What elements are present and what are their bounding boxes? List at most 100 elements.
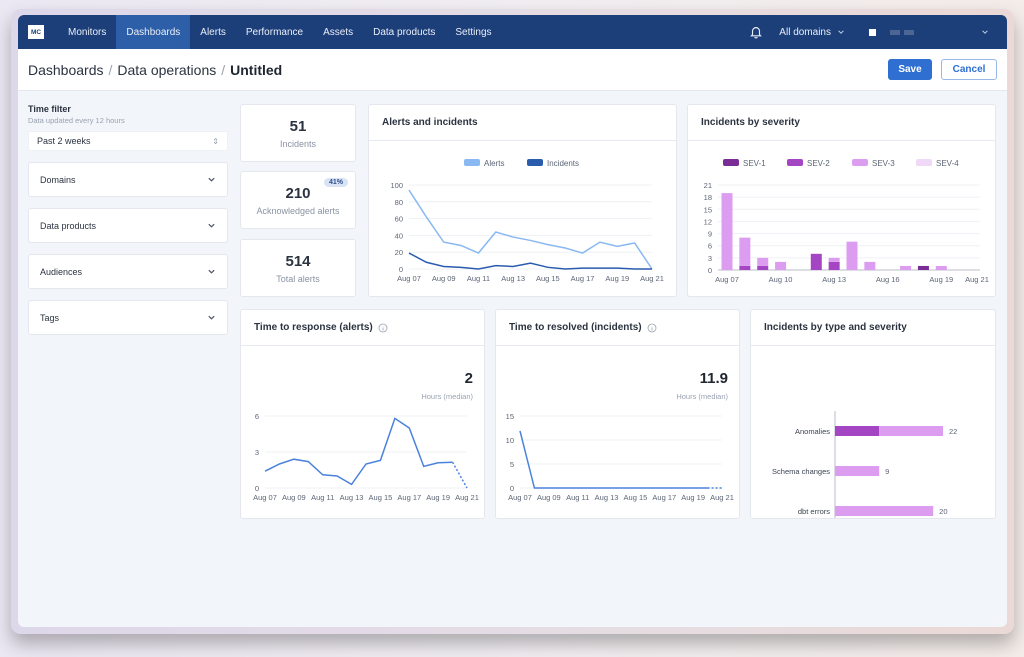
nav-right: All domains xyxy=(749,15,1007,49)
y-tick-label: 21 xyxy=(704,181,712,190)
x-tick-label: Aug 21 xyxy=(640,274,664,283)
cancel-button[interactable]: Cancel xyxy=(941,59,997,80)
logo[interactable]: MC xyxy=(28,25,44,39)
bar-segment xyxy=(935,265,947,270)
time-filter-subtitle: Data updated every 12 hours xyxy=(28,116,125,125)
y-tick-label: 10 xyxy=(506,436,514,445)
stat-value: 514 xyxy=(285,252,311,270)
breadcrumb: Dashboards / Data operations / Untitled xyxy=(28,62,282,78)
chevron-down-icon xyxy=(208,223,215,228)
category-label: Schema changes xyxy=(772,467,830,476)
time-to-response-chart: 0 3 6 Aug 07 Aug 09 Aug 11 Aug 13 Aug 15 Aug 17 A… xyxy=(253,412,479,502)
bell-icon[interactable] xyxy=(749,25,763,39)
bar-value-label: 22 xyxy=(949,427,957,436)
bar-segment xyxy=(721,193,733,270)
nav-alerts[interactable]: Alerts xyxy=(190,15,236,49)
info-icon[interactable] xyxy=(378,323,388,333)
x-tick-label: Aug 17 xyxy=(397,493,421,502)
chevron-down-icon xyxy=(208,269,215,274)
info-icon[interactable] xyxy=(647,323,657,333)
breadcrumb-data-operations[interactable]: Data operations xyxy=(117,62,216,78)
y-tick-label: 3 xyxy=(708,254,712,263)
filter-tags[interactable]: Tags xyxy=(28,300,228,335)
filter-data-products[interactable]: Data products xyxy=(28,208,228,243)
bar-segment xyxy=(775,261,787,270)
bar-segment xyxy=(835,506,934,516)
bar-segment xyxy=(828,261,840,270)
stat-card-incidents[interactable]: 51 Incidents xyxy=(240,104,356,162)
y-tick-label: 100 xyxy=(390,181,403,190)
nav-monitors[interactable]: Monitors xyxy=(58,15,116,49)
nav-dashboards[interactable]: Dashboards xyxy=(116,15,191,49)
filter-domains[interactable]: Domains xyxy=(28,162,228,197)
updown-icon: ⇕ xyxy=(212,136,219,146)
x-tick-label: Aug 07 xyxy=(397,274,421,283)
y-tick-label: 9 xyxy=(708,230,712,239)
domain-selector-label: All domains xyxy=(779,26,831,38)
user-menu[interactable] xyxy=(869,28,989,36)
nav-performance[interactable]: Performance xyxy=(236,15,313,49)
legend-swatch xyxy=(852,159,868,166)
legend-label: Alerts xyxy=(484,159,504,168)
alerts-incidents-chart: Alerts Incidents 0 20 40 60 80 100 Aug 07 Aug 09 A… xyxy=(390,159,664,283)
nav-data-products[interactable]: Data products xyxy=(363,15,445,49)
card-title: Incidents by type and severity xyxy=(751,310,995,346)
breadcrumb-separator: / xyxy=(221,61,226,78)
x-tick-label: Aug 19 xyxy=(681,493,705,502)
legend-swatch xyxy=(527,159,543,166)
incidents-by-type-chart: Anomalies 22 Schema changes 9 dbt errors 20 xyxy=(772,411,957,531)
x-tick-label: Aug 13 xyxy=(595,493,619,502)
x-tick-label: Aug 11 xyxy=(566,493,589,502)
stat-label: Total alerts xyxy=(276,273,320,284)
stat-value: 51 xyxy=(289,117,307,135)
page-title[interactable]: Untitled xyxy=(230,62,282,78)
y-tick-label: 60 xyxy=(395,215,403,224)
x-tick-label: Aug 21 xyxy=(710,493,734,502)
x-tick-label: Aug 21 xyxy=(455,493,479,502)
user-name-redacted xyxy=(890,29,914,35)
filter-audiences[interactable]: Audiences xyxy=(28,254,228,289)
card-title: Incidents by severity xyxy=(688,105,995,141)
stat-value: 210 xyxy=(285,184,311,202)
y-tick-label: 3 xyxy=(255,448,259,457)
x-tick-label: Aug 21 xyxy=(965,275,989,284)
x-tick-label: Aug 17 xyxy=(571,274,595,283)
x-tick-label: Aug 07 xyxy=(715,275,739,284)
app-window: MC Monitors Dashboards Alerts Performanc… xyxy=(18,15,1007,627)
chevron-down-icon xyxy=(208,177,215,182)
save-button[interactable]: Save xyxy=(888,59,932,80)
x-tick-label: Aug 13 xyxy=(822,275,846,284)
bar-segment xyxy=(828,257,840,262)
x-tick-label: Aug 09 xyxy=(282,493,306,502)
x-tick-label: Aug 15 xyxy=(536,274,560,283)
stat-label: Incidents xyxy=(279,138,317,149)
incidents-severity-chart: SEV-1 SEV-2 SEV-3 SEV-4 0 3 6 9 12 15 18 21 Aug 07 Au… xyxy=(704,159,989,284)
legend-swatch xyxy=(464,159,480,166)
nav-assets[interactable]: Assets xyxy=(313,15,363,49)
card-title-text: Time to response (alerts) xyxy=(254,322,373,333)
breadcrumb-separator: / xyxy=(108,61,113,78)
bar-segment xyxy=(879,426,943,436)
x-tick-label: Aug 19 xyxy=(605,274,629,283)
bar-segment xyxy=(739,265,751,270)
filter-sidebar: Time filter Data updated every 12 hours … xyxy=(28,104,228,335)
domain-selector[interactable]: All domains xyxy=(779,27,845,38)
card-title: Time to resolved (incidents) xyxy=(496,310,739,346)
breadcrumb-dashboards[interactable]: Dashboards xyxy=(28,62,104,78)
series-line xyxy=(519,430,708,489)
y-tick-label: 15 xyxy=(506,412,514,421)
stat-card-acknowledged[interactable]: 41% 210 Acknowledged alerts xyxy=(240,171,356,229)
time-filter-select[interactable]: Past 2 weeks ⇕ xyxy=(28,131,228,151)
x-tick-label: Aug 09 xyxy=(432,274,456,283)
nav-settings[interactable]: Settings xyxy=(445,15,501,49)
stat-card-total-alerts[interactable]: 514 Total alerts xyxy=(240,239,356,297)
x-tick-label: Aug 11 xyxy=(311,493,334,502)
chevron-down-icon xyxy=(838,30,844,34)
y-tick-label: 0 xyxy=(708,266,712,275)
bar-segment xyxy=(835,466,880,476)
filter-label: Audiences xyxy=(40,266,83,277)
y-tick-label: 0 xyxy=(255,484,259,493)
legend-label: SEV-2 xyxy=(807,159,830,168)
y-tick-label: 15 xyxy=(704,205,712,214)
bar-segment xyxy=(846,241,858,270)
